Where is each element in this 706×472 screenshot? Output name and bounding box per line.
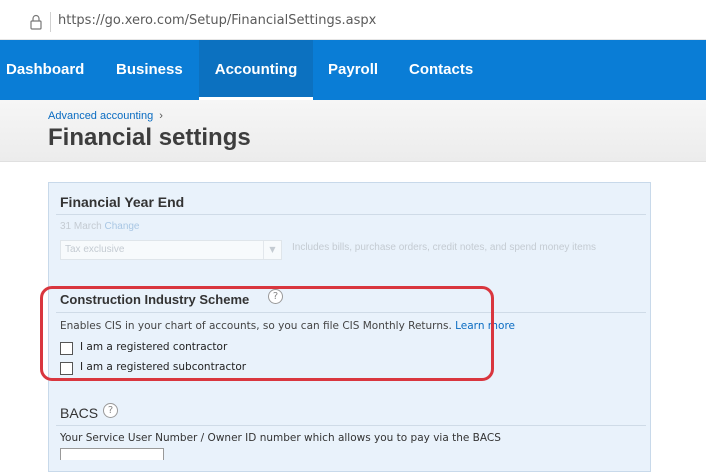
tax-select-value: Tax exclusive <box>65 244 125 255</box>
breadcrumb: Advanced accounting › <box>48 110 163 122</box>
section-title-financial-year-end: Financial Year End <box>60 194 185 210</box>
tab-accounting[interactable]: Accounting <box>199 40 313 100</box>
main-navigation: Dashboard Business Accounting Payroll Co… <box>0 40 706 100</box>
chevron-down-icon: ▼ <box>263 241 281 259</box>
year-end-date-text: 31 March <box>60 221 102 232</box>
page-header: Advanced accounting › Financial settings <box>0 100 706 162</box>
page-title: Financial settings <box>48 124 251 151</box>
bacs-description: Your Service User Number / Owner ID numb… <box>60 432 501 444</box>
browser-address-bar: https://go.xero.com/Setup/FinancialSetti… <box>0 0 706 40</box>
red-highlight-annotation <box>40 286 494 381</box>
section-divider <box>56 425 646 426</box>
tab-payroll[interactable]: Payroll <box>328 40 378 100</box>
address-field[interactable]: https://go.xero.com/Setup/FinancialSetti… <box>0 3 706 35</box>
address-separator <box>50 12 51 32</box>
tab-dashboard[interactable]: Dashboard <box>6 40 84 100</box>
breadcrumb-link-advanced-accounting[interactable]: Advanced accounting <box>48 110 153 122</box>
tax-default-select[interactable]: Tax exclusive ▼ <box>60 240 282 260</box>
lock-icon <box>30 14 42 30</box>
tab-contacts[interactable]: Contacts <box>409 40 473 100</box>
financial-year-date: 31 March Change <box>60 221 140 232</box>
section-divider <box>56 214 646 215</box>
tab-business[interactable]: Business <box>116 40 183 100</box>
url-text[interactable]: https://go.xero.com/Setup/FinancialSetti… <box>58 13 376 28</box>
tax-note: Includes bills, purchase orders, credit … <box>292 242 597 253</box>
help-icon[interactable]: ? <box>103 403 118 418</box>
section-title-bacs: BACS <box>60 405 99 421</box>
change-link[interactable]: Change <box>104 221 139 232</box>
service-user-number-input[interactable] <box>60 448 164 460</box>
chevron-right-icon: › <box>159 110 163 122</box>
